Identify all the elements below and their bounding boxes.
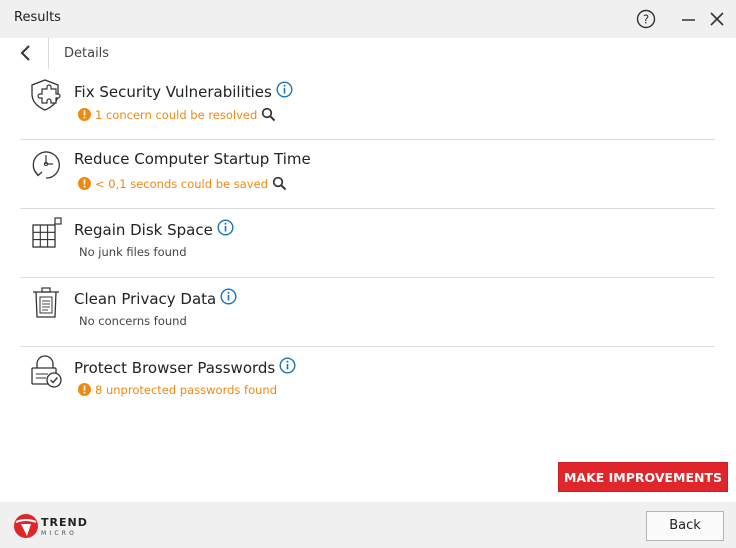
- item-status: 1 concern could be resolved: [78, 107, 276, 122]
- back-arrow-icon[interactable]: [17, 44, 35, 62]
- trend-micro-logo: TREND MICRO: [14, 514, 88, 538]
- item-status: < 0,1 seconds could be saved: [78, 176, 287, 191]
- warning-icon: [78, 383, 91, 396]
- header-divider: [48, 38, 49, 69]
- svg-text:MICRO: MICRO: [41, 530, 77, 537]
- item-title: Reduce Computer Startup Time: [74, 150, 311, 168]
- result-item-passwords: Protect Browser Passwords 8 unprotected …: [20, 347, 715, 416]
- search-icon[interactable]: [261, 107, 276, 122]
- info-icon[interactable]: [217, 219, 234, 236]
- footer: TREND MICRO Back: [0, 502, 736, 548]
- result-item-startup: Reduce Computer Startup Time < 0,1 secon…: [20, 140, 715, 209]
- svg-text:TREND: TREND: [41, 516, 88, 529]
- warning-icon: [78, 108, 91, 121]
- item-status: No concerns found: [79, 314, 187, 328]
- section-title: Details: [64, 46, 110, 61]
- result-item-privacy: Clean Privacy Data No concerns found: [20, 278, 715, 347]
- minimize-icon[interactable]: [679, 9, 699, 29]
- warning-icon: [78, 177, 91, 190]
- item-title: Regain Disk Space: [74, 219, 234, 239]
- item-title: Protect Browser Passwords: [74, 357, 296, 377]
- window-title: Results: [14, 10, 61, 25]
- clock-icon: [32, 151, 60, 179]
- item-title: Fix Security Vulnerabilities: [74, 81, 293, 101]
- item-status: No junk files found: [79, 245, 187, 259]
- result-item-disk: Regain Disk Space No junk files found: [20, 209, 715, 278]
- back-button[interactable]: Back: [646, 511, 724, 541]
- search-icon[interactable]: [272, 176, 287, 191]
- result-item-security: Fix Security Vulnerabilities 1 concern c…: [20, 71, 715, 140]
- details-header: Details: [0, 38, 736, 70]
- svg-text:?: ?: [643, 13, 649, 27]
- disk-grid-icon: [32, 217, 62, 248]
- trash-document-icon: [33, 287, 59, 318]
- help-icon[interactable]: ?: [636, 9, 656, 29]
- close-icon[interactable]: [707, 9, 727, 29]
- lock-check-icon: [31, 355, 62, 388]
- item-title: Clean Privacy Data: [74, 288, 237, 308]
- shield-puzzle-icon: [31, 79, 61, 111]
- title-bar: Results ?: [0, 0, 736, 38]
- info-icon[interactable]: [276, 81, 293, 98]
- item-status: 8 unprotected passwords found: [78, 383, 277, 397]
- info-icon[interactable]: [279, 357, 296, 374]
- info-icon[interactable]: [220, 288, 237, 305]
- make-improvements-button[interactable]: MAKE IMPROVEMENTS: [558, 462, 728, 492]
